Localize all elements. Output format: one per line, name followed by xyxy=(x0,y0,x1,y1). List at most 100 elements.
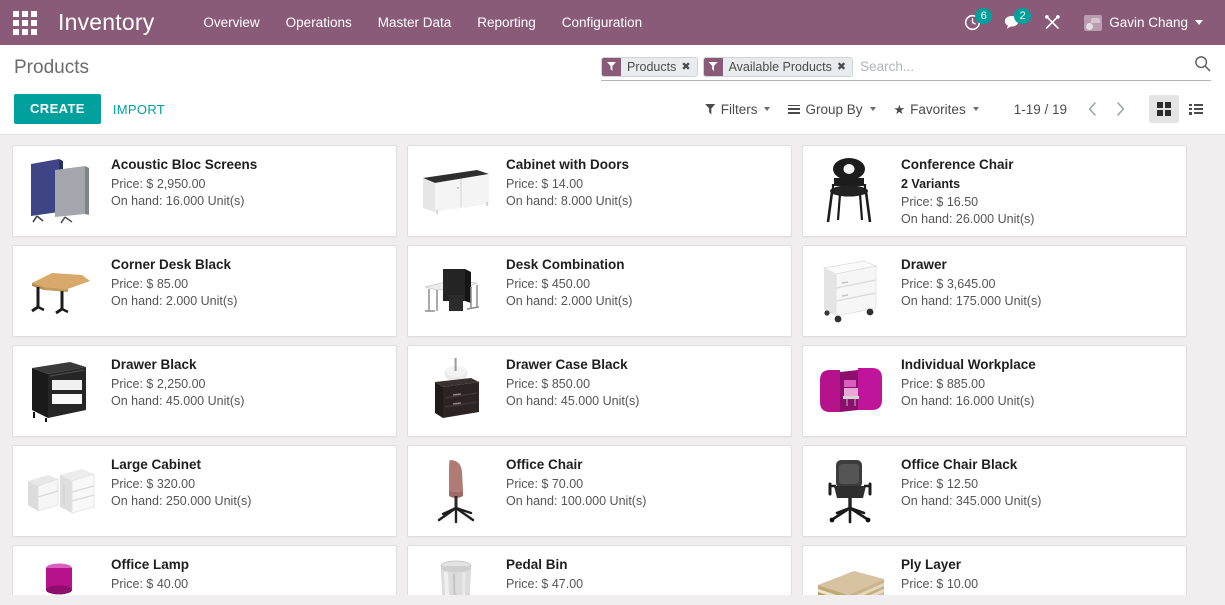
product-price: Price: $ 320.00 xyxy=(111,476,386,493)
product-price: Price: $ 2,950.00 xyxy=(111,176,386,193)
product-card[interactable]: Acoustic Bloc ScreensPrice: $ 2,950.00On… xyxy=(12,145,397,237)
control-panel-bottom-row: CREATE IMPORT Filters Group By ★ Favorit… xyxy=(0,88,1225,134)
top-navbar: Inventory Overview Operations Master Dat… xyxy=(0,0,1225,45)
view-switcher xyxy=(1149,95,1211,123)
product-card[interactable]: Office LampPrice: $ 40.00On hand: 15.000… xyxy=(12,545,397,595)
drawer-black-image xyxy=(21,354,101,428)
page-title: Products xyxy=(14,56,89,80)
activities-button[interactable]: 6 xyxy=(953,0,992,45)
menu-item-overview[interactable]: Overview xyxy=(190,0,272,45)
product-name: Cabinet with Doors xyxy=(506,156,781,173)
product-price: Price: $ 12.50 xyxy=(901,476,1176,493)
funnel-icon xyxy=(705,104,716,115)
product-card-body: Desk Combination Price: $ 450.00On hand: … xyxy=(506,254,781,328)
product-on-hand-quantity: On hand: 45.000 Unit(s) xyxy=(506,393,781,410)
product-card[interactable]: Conference Chair 2 VariantsPrice: $ 16.50… xyxy=(802,145,1187,237)
search-facet-remove-icon[interactable]: ✖ xyxy=(681,58,696,76)
product-card[interactable]: Desk Combination Price: $ 450.00On hand: … xyxy=(407,245,792,337)
product-price: Price: $ 885.00 xyxy=(901,376,1176,393)
product-on-hand-quantity: On hand: 26.000 Unit(s) xyxy=(901,211,1176,228)
product-card[interactable]: Large CabinetPrice: $ 320.00On hand: 250… xyxy=(12,445,397,537)
chevron-down-icon xyxy=(973,107,979,111)
product-name: Office Chair xyxy=(506,456,781,473)
list-view-button[interactable] xyxy=(1181,95,1211,123)
product-price: Price: $ 3,645.00 xyxy=(901,276,1176,293)
product-card[interactable]: Cabinet with DoorsPrice: $ 14.00On hand:… xyxy=(407,145,792,237)
product-card[interactable]: Pedal Bin Price: $ 47.00On hand: 22.000 U… xyxy=(407,545,792,595)
product-card-body: Ply LayerPrice: $ 10.00On hand: 20.000 U… xyxy=(901,554,1176,595)
product-card[interactable]: Drawer Case Black Price: $ 850.00On hand:… xyxy=(407,345,792,437)
product-name: Drawer Black xyxy=(111,356,386,373)
developer-tools-button[interactable] xyxy=(1033,0,1072,45)
product-card-body: Drawer Case Black Price: $ 850.00On hand:… xyxy=(506,354,781,428)
menu-item-configuration[interactable]: Configuration xyxy=(549,0,655,45)
navbar-right-tools: 6 2 Gavin Chang xyxy=(953,0,1211,45)
office-chair-black-image xyxy=(811,454,891,528)
pager-previous-button[interactable] xyxy=(1079,95,1105,123)
menu-item-reporting[interactable]: Reporting xyxy=(464,0,549,45)
import-button[interactable]: IMPORT xyxy=(101,94,177,124)
control-panel: Products Products ✖ Available Products ✖ xyxy=(0,45,1225,135)
app-brand-title[interactable]: Inventory xyxy=(58,9,154,36)
product-on-hand-quantity: On hand: 45.000 Unit(s) xyxy=(111,393,386,410)
product-price: Price: $ 2,250.00 xyxy=(111,376,386,393)
product-name: Conference Chair xyxy=(901,156,1176,173)
product-card[interactable]: Drawer Black Price: $ 2,250.00On hand: 45… xyxy=(12,345,397,437)
wrench-tools-icon xyxy=(1044,14,1061,31)
product-on-hand-quantity: On hand: 22.000 Unit(s) xyxy=(506,593,781,595)
product-price: Price: $ 47.00 xyxy=(506,576,781,593)
kanban-view-icon xyxy=(1157,102,1171,116)
user-menu-button[interactable]: Gavin Chang xyxy=(1072,0,1211,45)
chevron-down-icon xyxy=(870,107,876,111)
search-facet-remove-icon[interactable]: ✖ xyxy=(837,58,852,76)
large-cabinet-image xyxy=(21,454,101,528)
conference-chair-image xyxy=(811,154,891,228)
product-price: Price: $ 16.50 xyxy=(901,194,1176,211)
pager-count: 1-19 / 19 xyxy=(1014,102,1067,117)
search-button[interactable] xyxy=(1194,55,1211,72)
product-card-body: Large CabinetPrice: $ 320.00On hand: 250… xyxy=(111,454,386,528)
search-facet-products[interactable]: Products ✖ xyxy=(601,57,698,77)
search-input[interactable] xyxy=(858,57,1211,77)
product-card[interactable]: Ply LayerPrice: $ 10.00On hand: 20.000 U… xyxy=(802,545,1187,595)
chevron-down-icon xyxy=(764,107,770,111)
main-menu: Overview Operations Master Data Reportin… xyxy=(190,0,655,45)
product-on-hand-quantity: On hand: 345.000 Unit(s) xyxy=(901,493,1176,510)
groupby-dropdown[interactable]: Group By xyxy=(779,94,884,124)
favorites-dropdown[interactable]: ★ Favorites xyxy=(885,94,988,124)
product-name: Desk Combination xyxy=(506,256,781,273)
individual-workplace-image xyxy=(811,354,891,428)
favorites-label: Favorites xyxy=(910,102,966,117)
product-card[interactable]: Office ChairPrice: $ 70.00On hand: 100.0… xyxy=(407,445,792,537)
product-variants-count: 2 Variants xyxy=(901,176,1176,193)
search-facet-label: Available Products xyxy=(723,58,837,76)
search-facet-available-products[interactable]: Available Products ✖ xyxy=(703,57,854,77)
office-lamp-image xyxy=(21,554,101,595)
menu-item-master-data[interactable]: Master Data xyxy=(365,0,465,45)
product-on-hand-quantity: On hand: 250.000 Unit(s) xyxy=(111,493,386,510)
pager-next-button[interactable] xyxy=(1107,95,1133,123)
product-card[interactable]: Corner Desk BlackPrice: $ 85.00On hand: … xyxy=(12,245,397,337)
kanban-view-button[interactable] xyxy=(1149,95,1179,123)
product-price: Price: $ 450.00 xyxy=(506,276,781,293)
product-card[interactable]: Individual WorkplacePrice: $ 885.00On ha… xyxy=(802,345,1187,437)
product-card[interactable]: DrawerPrice: $ 3,645.00On hand: 175.000 … xyxy=(802,245,1187,337)
cabinet-with-doors-image xyxy=(416,154,496,228)
create-button[interactable]: CREATE xyxy=(14,94,101,124)
filters-dropdown[interactable]: Filters xyxy=(696,94,780,124)
product-name: Ply Layer xyxy=(901,556,1176,573)
apps-launcher-button[interactable] xyxy=(8,6,42,40)
bars-icon xyxy=(788,105,800,114)
product-name: Office Chair Black xyxy=(901,456,1176,473)
product-price: Price: $ 850.00 xyxy=(506,376,781,393)
product-name: Corner Desk Black xyxy=(111,256,386,273)
menu-item-operations[interactable]: Operations xyxy=(273,0,365,45)
product-card-body: Acoustic Bloc ScreensPrice: $ 2,950.00On… xyxy=(111,154,386,228)
product-on-hand-quantity: On hand: 2.000 Unit(s) xyxy=(506,293,781,310)
product-name: Drawer Case Black xyxy=(506,356,781,373)
product-card-body: Office LampPrice: $ 40.00On hand: 15.000… xyxy=(111,554,386,595)
product-card-body: Corner Desk BlackPrice: $ 85.00On hand: … xyxy=(111,254,386,328)
messages-button[interactable]: 2 xyxy=(992,0,1033,45)
product-name: Pedal Bin xyxy=(506,556,781,573)
product-card[interactable]: Office Chair Black Price: $ 12.50On hand:… xyxy=(802,445,1187,537)
